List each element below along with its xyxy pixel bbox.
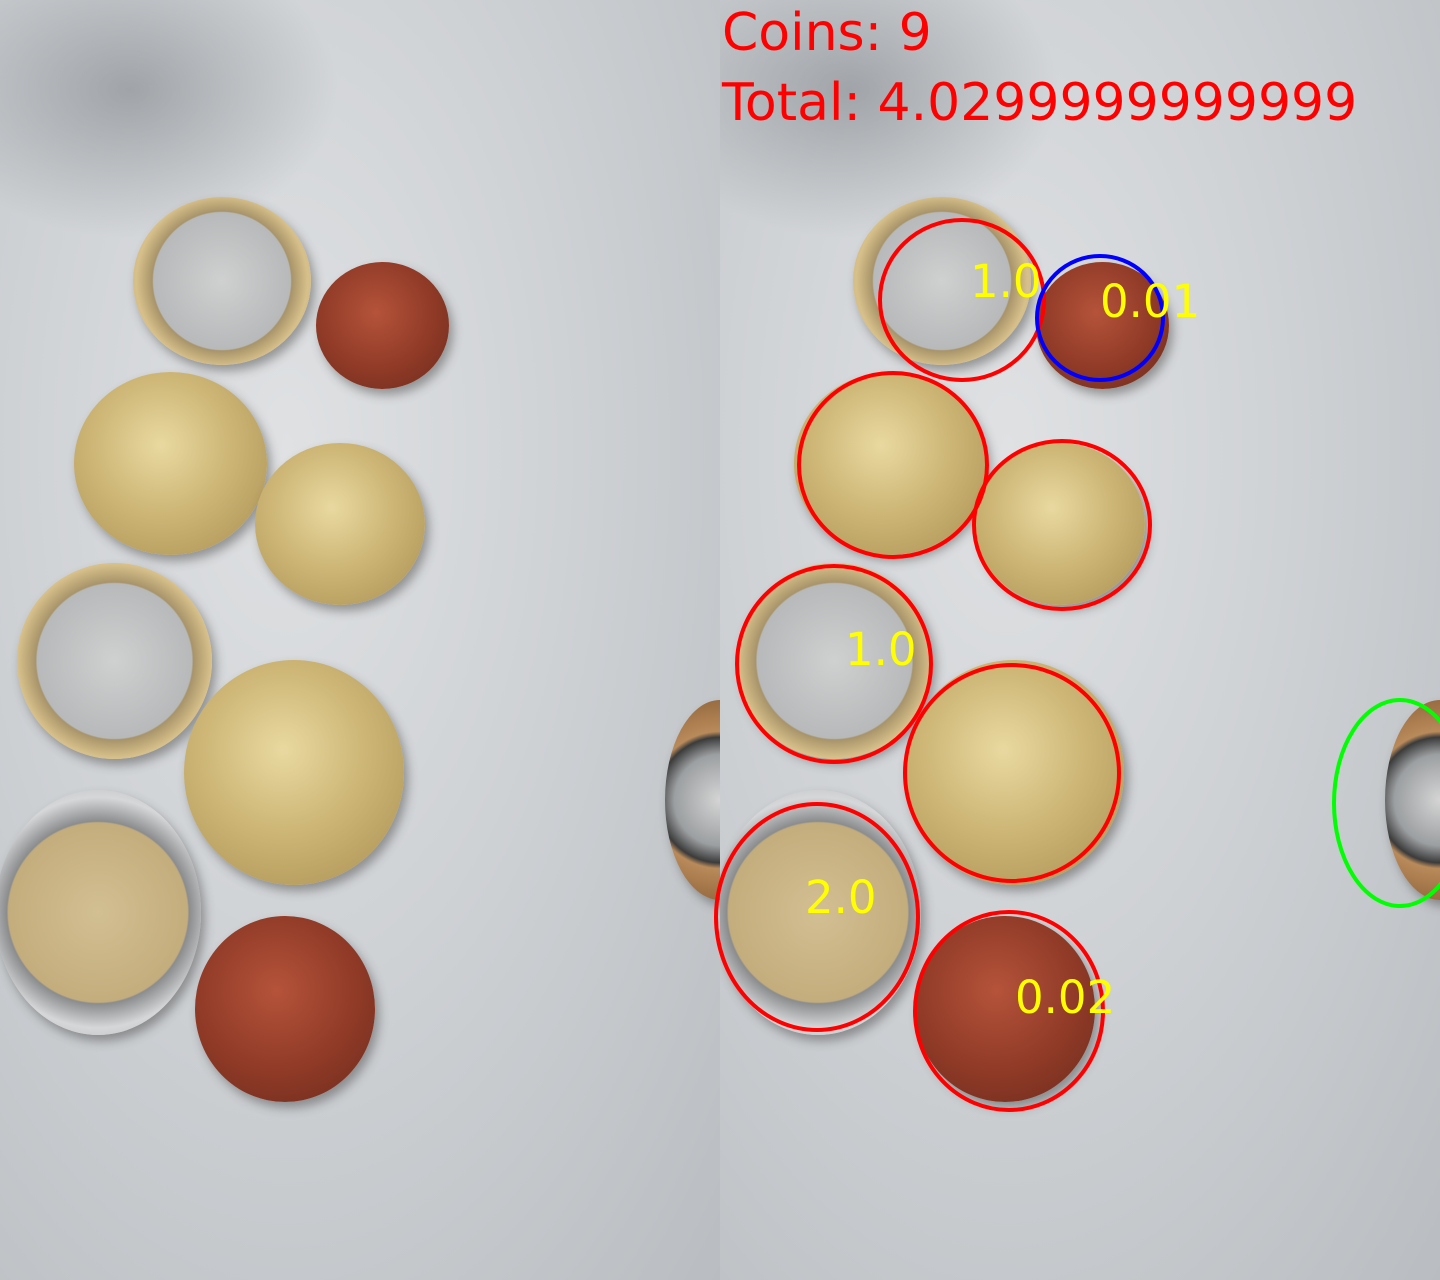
- detection-circle-3: [797, 371, 989, 559]
- detection-circle-4: [972, 439, 1152, 611]
- value-label-5: 0.02: [1015, 971, 1115, 1024]
- detection-overlay: 1.0 0.01 1.0 2.0 0.02 Coins: 9 Total: 4.…: [714, 3, 1440, 1112]
- total-value-text: Total: 4.0299999999999: [721, 73, 1357, 133]
- detection-circle-6: [903, 663, 1121, 883]
- coins-count-text: Coins: 9: [722, 3, 932, 63]
- value-label-2: 0.01: [1100, 275, 1200, 328]
- value-label-1: 1.0: [970, 255, 1042, 308]
- detection-circle-9: [1332, 698, 1440, 908]
- value-label-4: 2.0: [805, 871, 877, 924]
- value-label-3: 1.0: [845, 623, 917, 676]
